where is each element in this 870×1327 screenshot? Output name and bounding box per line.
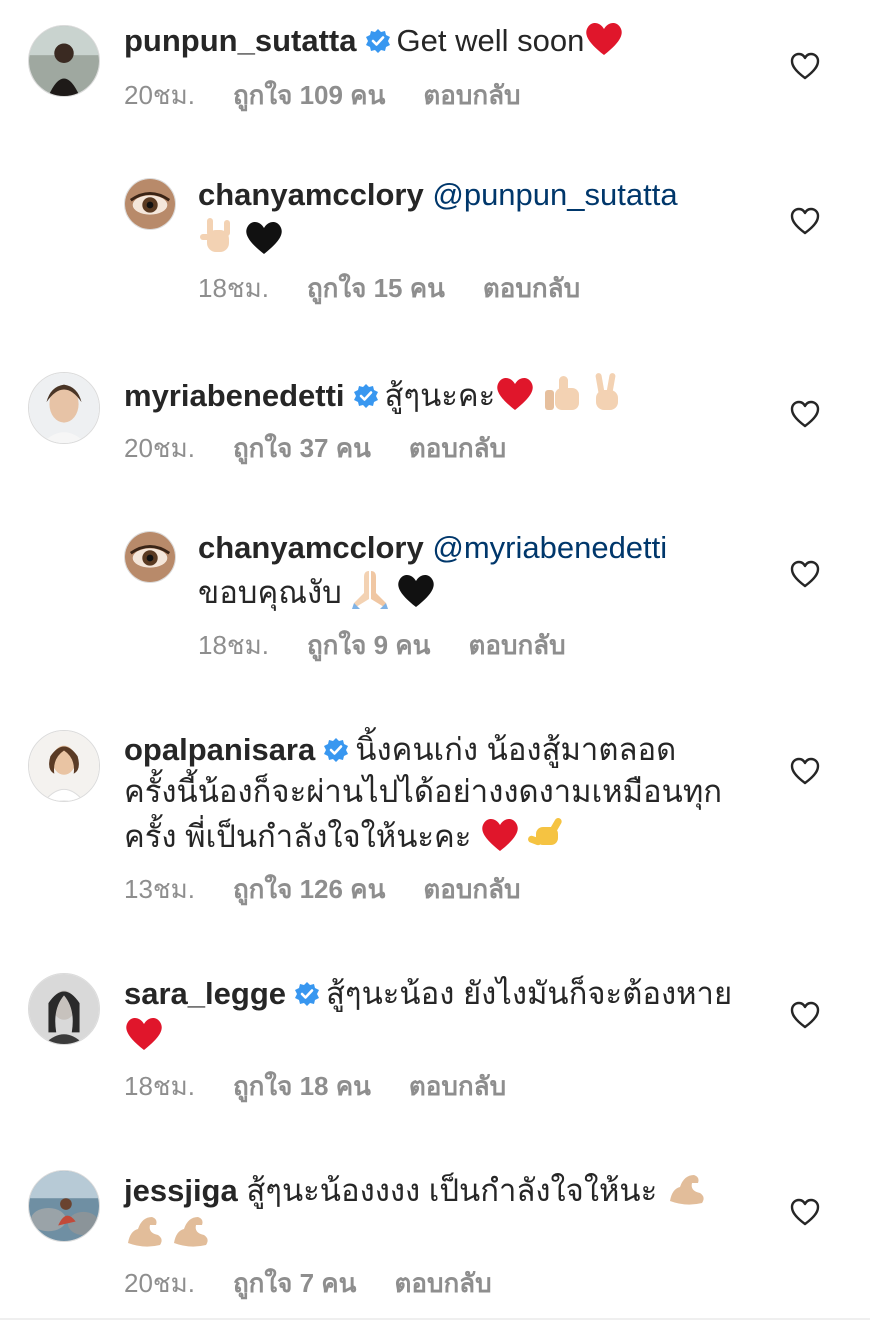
avatar[interactable] — [28, 372, 100, 444]
likes-count-link[interactable]: ถูกใจ 9 คน — [307, 630, 431, 660]
comment-text: chanyamcclory @punpun_sutatta — [198, 174, 778, 261]
avatar-photo-icon — [29, 1171, 99, 1241]
like-heart-icon[interactable] — [790, 1198, 820, 1226]
comment-body: สู้ๆนะคะ — [384, 378, 496, 413]
reply-button[interactable]: ตอบกลับ — [423, 874, 520, 904]
victory-hand-emoji-icon — [589, 372, 623, 412]
comment-body-line: ครั้ง พี่เป็นกำลังใจให้นะคะ — [124, 819, 472, 854]
likes-count-link[interactable]: ถูกใจ 37 คน — [233, 433, 371, 463]
like-heart-icon[interactable] — [790, 560, 820, 588]
like-heart-icon[interactable] — [790, 207, 820, 235]
comment-username[interactable]: opalpanisara — [124, 732, 315, 767]
comment-time: 18ชม. — [198, 273, 269, 303]
verified-badge-icon — [294, 981, 320, 1007]
comment-username[interactable]: sara_legge — [124, 976, 286, 1011]
comment-meta: 18ชม. ถูกใจ 9 คน ตอบกลับ — [198, 630, 604, 660]
mention-link[interactable]: @myriabenedetti — [432, 530, 667, 565]
comment-meta: 18ชม. ถูกใจ 18 คน ตอบกลับ — [124, 1071, 544, 1101]
avatar-photo-icon — [29, 974, 99, 1044]
comment-meta: 20ชม. ถูกใจ 37 คน ตอบกลับ — [124, 433, 544, 463]
flexed-biceps-emoji-icon — [170, 1213, 212, 1249]
red-heart-emoji-icon — [124, 1016, 164, 1052]
black-heart-emoji-icon — [396, 573, 436, 609]
avatar-eye-photo-icon — [125, 179, 175, 229]
avatar[interactable] — [124, 531, 176, 583]
avatar-photo-icon — [29, 26, 99, 96]
like-heart-icon[interactable] — [790, 400, 820, 428]
comment-body-line: ครั้งนี้น้องก็จะผ่านไปได้อย่างงดงามเหมือ… — [124, 774, 723, 809]
comment-time: 20ชม. — [124, 433, 195, 463]
thumbs-up-emoji-icon — [543, 374, 583, 412]
comment-username[interactable]: jessjiga — [124, 1173, 238, 1208]
avatar[interactable] — [28, 730, 100, 802]
reply-button[interactable]: ตอบกลับ — [394, 1268, 491, 1298]
red-heart-emoji-icon — [584, 21, 624, 57]
mention-link[interactable]: @punpun_sutatta — [432, 177, 677, 212]
comment-body: ขอบคุณงับ — [198, 575, 342, 610]
reply-button[interactable]: ตอบกลับ — [468, 630, 565, 660]
comment-text: punpun_sutatta Get well soon — [124, 20, 774, 62]
comment-text: jessjiga สู้ๆนะน้องงงง เป็นกำลังใจให้นะ — [124, 1170, 774, 1254]
comment-username[interactable]: chanyamcclory — [198, 177, 424, 212]
comment-text: myriabenedetti สู้ๆนะคะ — [124, 372, 774, 417]
red-heart-emoji-icon — [495, 376, 535, 412]
flexed-biceps-emoji-icon — [124, 1213, 166, 1249]
comment-body: สู้ๆนะน้อง ยังไงมันก็จะต้องหาย — [326, 976, 733, 1011]
verified-badge-icon — [353, 383, 379, 409]
comment-text: sara_legge สู้ๆนะน้อง ยังไงมันก็จะต้องหาย — [124, 973, 774, 1057]
comment-meta: 20ชม. ถูกใจ 7 คน ตอบกลับ — [124, 1268, 530, 1298]
likes-count-link[interactable]: ถูกใจ 18 คน — [233, 1071, 371, 1101]
comment-time: 20ชม. — [124, 80, 195, 110]
black-heart-emoji-icon — [244, 220, 284, 256]
comment-text: chanyamcclory @myriabenedetti ขอบคุณงับ — [198, 527, 778, 614]
avatar[interactable] — [28, 1170, 100, 1242]
likes-count-link[interactable]: ถูกใจ 126 คน — [233, 874, 385, 904]
comment-body: สู้ๆนะน้องงงง เป็นกำลังใจให้นะ — [246, 1173, 658, 1208]
likes-count-link[interactable]: ถูกใจ 15 คน — [307, 273, 445, 303]
likes-count-link[interactable]: ถูกใจ 109 คน — [233, 80, 385, 110]
comment-time: 20ชม. — [124, 1268, 195, 1298]
reply-button[interactable]: ตอบกลับ — [423, 80, 520, 110]
comment-time: 18ชม. — [124, 1071, 195, 1101]
like-heart-icon[interactable] — [790, 1001, 820, 1029]
comment-text: opalpanisara นิ้งคนเก่ง น้องสู้มาตลอด ครั… — [124, 729, 774, 858]
flexed-biceps-emoji-icon — [666, 1171, 708, 1207]
avatar[interactable] — [28, 25, 100, 97]
comment-body-line: นิ้งคนเก่ง น้องสู้มาตลอด — [355, 732, 677, 767]
call-me-hand-emoji-icon — [526, 813, 568, 853]
comment-time: 13ชม. — [124, 874, 195, 904]
comment-body: Get well soon — [396, 23, 585, 58]
divider — [0, 1318, 870, 1320]
avatar-eye-photo-icon — [125, 532, 175, 582]
like-heart-icon[interactable] — [790, 52, 820, 80]
rock-hand-emoji-icon — [198, 216, 236, 256]
comment-meta: 13ชม. ถูกใจ 126 คน ตอบกลับ — [124, 874, 559, 904]
avatar-photo-icon — [29, 731, 99, 801]
verified-badge-icon — [365, 28, 391, 54]
comment-username[interactable]: myriabenedetti — [124, 378, 345, 413]
reply-button[interactable]: ตอบกลับ — [409, 1071, 506, 1101]
comment-username[interactable]: punpun_sutatta — [124, 23, 357, 58]
avatar[interactable] — [124, 178, 176, 230]
comment-username[interactable]: chanyamcclory — [198, 530, 424, 565]
comment-time: 18ชม. — [198, 630, 269, 660]
avatar-photo-icon — [29, 373, 99, 443]
folded-hands-emoji-icon — [350, 569, 390, 609]
like-heart-icon[interactable] — [790, 757, 820, 785]
comment-meta: 18ชม. ถูกใจ 15 คน ตอบกลับ — [198, 273, 618, 303]
reply-button[interactable]: ตอบกลับ — [483, 273, 580, 303]
comment-meta: 20ชม. ถูกใจ 109 คน ตอบกลับ — [124, 80, 559, 110]
avatar[interactable] — [28, 973, 100, 1045]
red-heart-emoji-icon — [480, 817, 520, 853]
reply-button[interactable]: ตอบกลับ — [409, 433, 506, 463]
likes-count-link[interactable]: ถูกใจ 7 คน — [233, 1268, 357, 1298]
verified-badge-icon — [323, 737, 349, 763]
